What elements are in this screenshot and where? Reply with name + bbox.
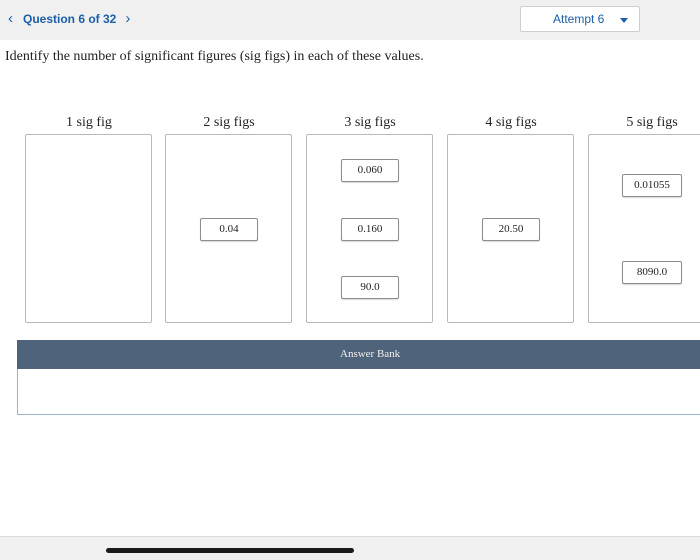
drop-zone-2-sig-figs[interactable]: 0.04: [165, 134, 292, 323]
question-prompt: Identify the number of significant figur…: [5, 49, 424, 64]
attempt-dropdown[interactable]: Attempt 6: [520, 6, 640, 32]
answer-chip[interactable]: 8090.0: [622, 261, 682, 284]
drop-zone-1-sig-fig[interactable]: [25, 134, 152, 323]
attempt-label: Attempt 6: [553, 12, 605, 26]
answer-bank-area[interactable]: [17, 369, 700, 415]
home-indicator[interactable]: [106, 548, 354, 553]
answer-bank-header: Answer Bank: [17, 340, 700, 369]
answer-chip[interactable]: 0.060: [341, 159, 399, 182]
answer-chip[interactable]: 20.50: [482, 218, 540, 241]
drop-zone-4-sig-figs[interactable]: 20.50: [447, 134, 574, 323]
drop-zone-5-sig-figs[interactable]: 0.01055 8090.0: [588, 134, 700, 323]
previous-question-icon[interactable]: ‹: [8, 11, 13, 27]
bin-label-1-sig-fig: 1 sig fig: [66, 115, 112, 130]
answer-bank-title: Answer Bank: [340, 348, 401, 360]
caret-down-icon: [620, 18, 628, 23]
question-label: Question 6 of 32: [23, 12, 117, 26]
question-nav: ‹ Question 6 of 32 ›: [8, 11, 130, 27]
next-question-icon[interactable]: ›: [125, 11, 130, 27]
bin-label-4-sig-figs: 4 sig figs: [485, 115, 537, 130]
top-bar: ‹ Question 6 of 32 › Attempt 6: [0, 0, 700, 40]
bin-label-3-sig-figs: 3 sig figs: [344, 115, 396, 130]
answer-chip[interactable]: 90.0: [341, 276, 399, 299]
bin-label-2-sig-figs: 2 sig figs: [203, 115, 255, 130]
answer-chip[interactable]: 0.04: [200, 218, 258, 241]
answer-chip[interactable]: 0.160: [341, 218, 399, 241]
answer-chip[interactable]: 0.01055: [622, 174, 682, 197]
drop-zone-3-sig-figs[interactable]: 0.060 0.160 90.0: [306, 134, 433, 323]
bin-label-5-sig-figs: 5 sig figs: [626, 115, 678, 130]
